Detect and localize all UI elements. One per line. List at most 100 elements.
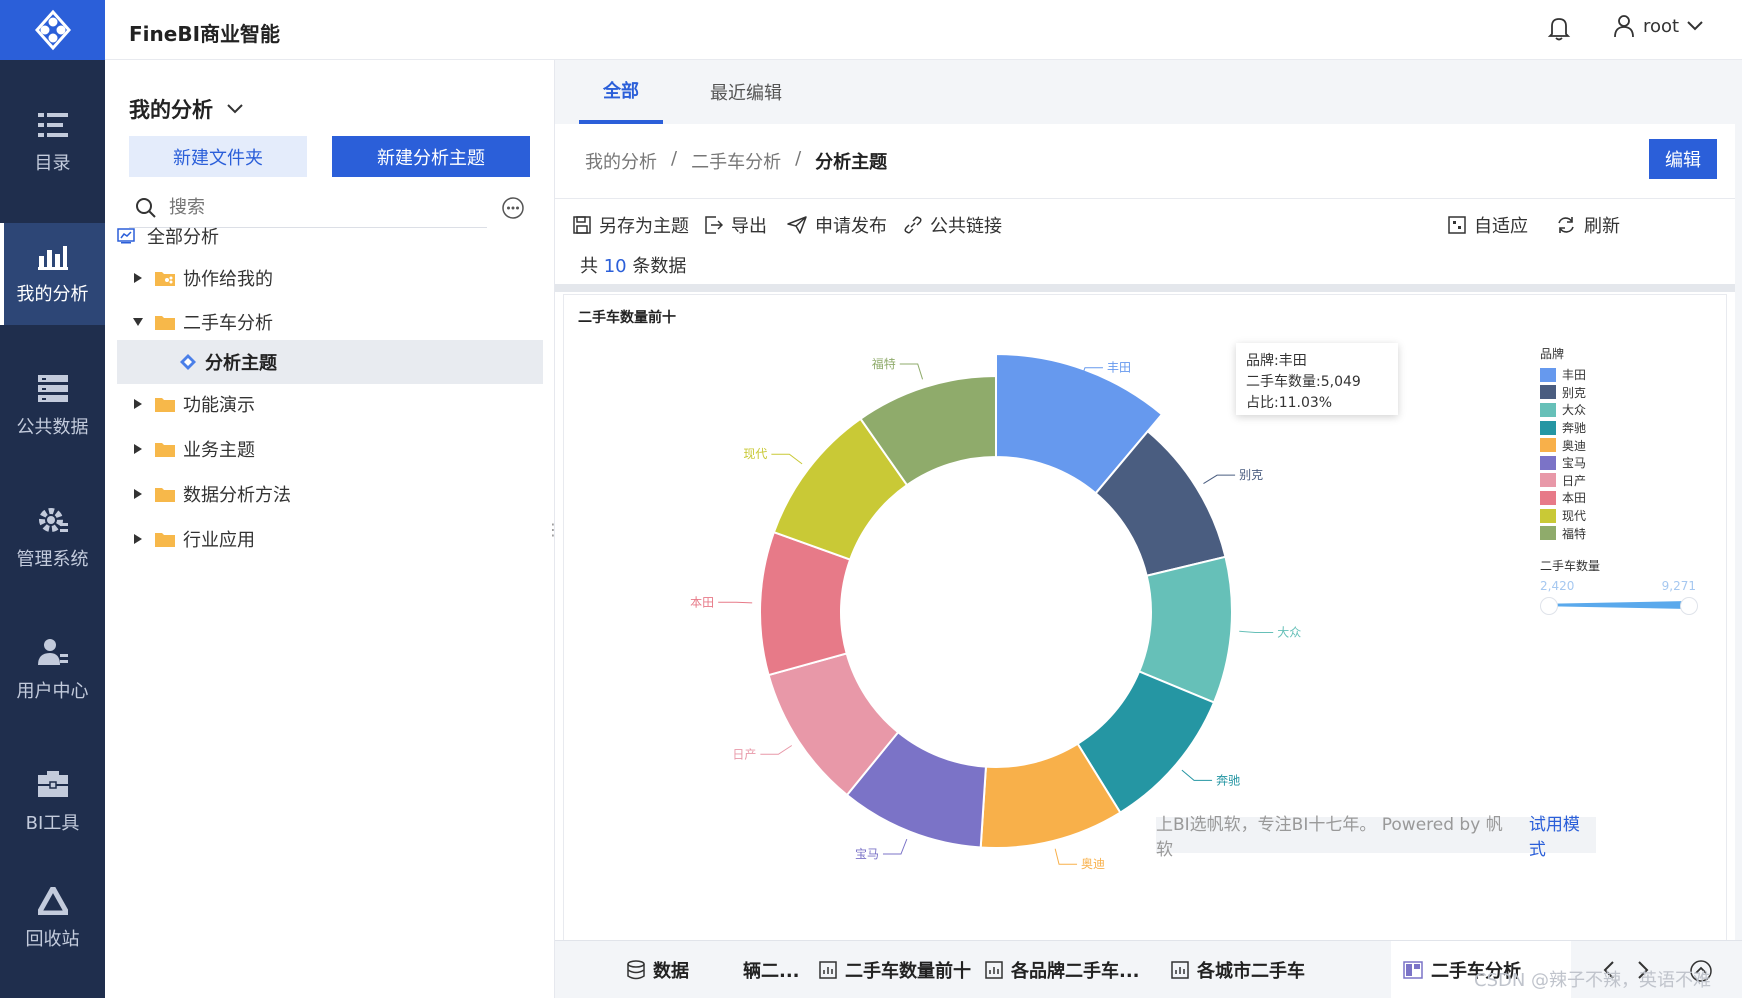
label-leader-line [760, 745, 793, 755]
nav-item-admin[interactable]: 管理系统 [0, 487, 105, 589]
chart-card: 二手车数量前十 丰田 别克 大众 奔驰 奥迪 宝马 日产 本田 现代 福特 品牌:丰田 二手车数量… [563, 294, 1727, 944]
bottom-tab-brands[interactable]: 各品牌二手车... [985, 941, 1140, 998]
tree-label: 业务主题 [183, 440, 255, 461]
nav-item-recycle[interactable]: 回收站 [0, 868, 105, 970]
nav-item-catalog[interactable]: 目录 [0, 92, 105, 194]
caret-right-icon[interactable] [131, 489, 145, 499]
tool-label: 刷新 [1584, 216, 1620, 237]
count-prefix: 共 [580, 256, 598, 277]
legend-item[interactable]: 丰田 [1540, 366, 1586, 384]
caret-right-icon[interactable] [131, 444, 145, 454]
user-icon [37, 639, 68, 665]
tree-item-all[interactable]: 全部分析 [117, 214, 543, 258]
bar-chart-icon [819, 961, 837, 979]
tab-recent[interactable]: 最近编辑 [710, 60, 782, 124]
tool-label: 另存为主题 [599, 216, 689, 237]
tab-all[interactable]: 全部 [579, 60, 663, 124]
tree-item-methods[interactable]: 数据分析方法 [117, 472, 543, 516]
range-title: 二手车数量 [1540, 559, 1601, 573]
label-leader-line [882, 838, 908, 855]
public-link-button[interactable]: 公共链接 [904, 212, 1002, 238]
bottom-tab-cities[interactable]: 各城市二手车 [1171, 941, 1305, 998]
range-handle-max[interactable] [1680, 597, 1698, 615]
refresh-button[interactable]: 刷新 [1556, 212, 1620, 238]
new-topic-button[interactable]: 新建分析主题 [332, 136, 530, 177]
bottom-tab-data[interactable]: 数据 [627, 941, 689, 998]
new-folder-button[interactable]: 新建文件夹 [129, 136, 307, 177]
legend-swatch [1540, 526, 1556, 541]
tree-item-business[interactable]: 业务主题 [117, 427, 543, 471]
breadcrumb-item[interactable]: 二手车分析 [691, 148, 781, 174]
nav-label-my-analysis: 我的分析 [16, 284, 89, 305]
publish-button[interactable]: 申请发布 [787, 212, 887, 238]
recycle-icon [37, 887, 68, 915]
legend-item[interactable]: 福特 [1540, 524, 1586, 542]
range-handle-min[interactable] [1540, 597, 1558, 615]
slice-label: 福特 [872, 356, 896, 371]
breadcrumb-item[interactable]: 我的分析 [585, 148, 657, 174]
slice-label: 现代 [743, 447, 767, 461]
bottom-tab-partial[interactable]: 辆二... [743, 941, 800, 998]
analysis-panel: 我的分析 新建文件夹 新建分析主题 全部分析 协作给我的 二手车分析 分析主题 … [105, 60, 555, 998]
save-as-topic-button[interactable]: 另存为主题 [573, 212, 689, 238]
divider [555, 284, 1735, 292]
label-leader-line [1203, 474, 1236, 485]
nav-label-public-data: 公共数据 [16, 417, 89, 438]
nav-label-user-center: 用户中心 [16, 681, 89, 702]
range-min: 2,420 [1540, 579, 1575, 593]
nav-item-my-analysis[interactable]: 我的分析 [0, 223, 105, 325]
nav-item-bi-tools[interactable]: BI工具 [0, 751, 105, 853]
legend-item[interactable]: 大众 [1540, 401, 1586, 419]
trial-mode-link[interactable]: 试用模式 [1529, 810, 1596, 860]
tree-item-shared[interactable]: 协作给我的 [117, 256, 543, 300]
legend-item[interactable]: 奔驰 [1540, 419, 1586, 437]
export-button[interactable]: 导出 [705, 212, 767, 238]
chart-tooltip: 品牌:丰田 二手车数量:5,049 占比:11.03% [1236, 343, 1398, 415]
gear-icon [38, 508, 68, 532]
nav-item-user-center[interactable]: 用户中心 [0, 619, 105, 721]
fit-button[interactable]: 自适应 [1448, 212, 1528, 238]
tree-item-used-car[interactable]: 二手车分析 [117, 300, 543, 344]
breadcrumb-separator: / [795, 148, 802, 169]
top-bar: FineBI商业智能 root [105, 0, 1742, 60]
legend-swatch [1540, 455, 1556, 470]
nav-label-bi-tools: BI工具 [25, 813, 80, 834]
tree-item-industry[interactable]: 行业应用 [117, 517, 543, 561]
nav-item-public-data[interactable]: 公共数据 [0, 355, 105, 457]
tree-item-topic[interactable]: 分析主题 [117, 340, 543, 384]
database-icon [627, 960, 645, 980]
tree-label: 功能演示 [183, 395, 255, 416]
legend-label: 福特 [1562, 526, 1587, 541]
chart-legend: 品牌 丰田 别克 大众 奔驰 奥迪 宝马 日产 本田 现代 福特 [1540, 345, 1586, 542]
caret-down-icon[interactable] [131, 318, 145, 326]
user-menu[interactable]: root [1613, 14, 1703, 38]
logo-icon [34, 9, 71, 51]
legend-item[interactable]: 本田 [1540, 489, 1586, 507]
caret-right-icon[interactable] [131, 534, 145, 544]
tool-label: 导出 [731, 216, 767, 237]
app-logo[interactable] [0, 0, 105, 60]
tooltip-count: 二手车数量:5,049 [1246, 374, 1361, 390]
bottom-tab-top10[interactable]: 二手车数量前十 [819, 941, 971, 998]
caret-right-icon[interactable] [131, 273, 145, 283]
bell-icon[interactable] [1547, 16, 1571, 42]
bar-chart-icon [985, 961, 1003, 979]
nav-label-admin: 管理系统 [16, 549, 89, 570]
slice-label: 奔驰 [1216, 773, 1240, 787]
legend-item[interactable]: 现代 [1540, 507, 1586, 525]
legend-item[interactable]: 宝马 [1540, 454, 1586, 472]
panel-title[interactable]: 我的分析 [129, 94, 243, 124]
range-track[interactable] [1548, 601, 1688, 609]
legend-item[interactable]: 别克 [1540, 384, 1586, 402]
tree-item-demo[interactable]: 功能演示 [117, 382, 543, 426]
legend-item[interactable]: 日产 [1540, 472, 1586, 490]
legend-item[interactable]: 奥迪 [1540, 436, 1586, 454]
bar-chart-icon [1171, 961, 1189, 979]
folder-icon [155, 533, 175, 547]
topic-content: 我的分析 / 二手车分析 / 分析主题 编辑 另存为主题 导出 申请发布 公共链… [555, 124, 1735, 998]
legend-label: 奥迪 [1562, 438, 1587, 453]
edit-button[interactable]: 编辑 [1649, 139, 1717, 179]
chevron-down-icon [227, 104, 243, 114]
fit-icon [1448, 216, 1466, 234]
caret-right-icon[interactable] [131, 399, 145, 409]
